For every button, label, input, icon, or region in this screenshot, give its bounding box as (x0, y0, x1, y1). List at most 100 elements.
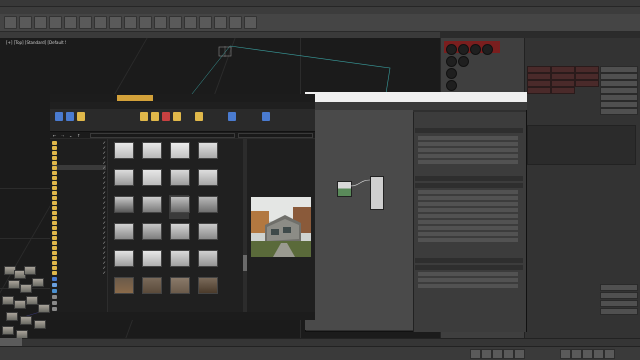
panel-button[interactable] (527, 87, 551, 94)
rollout-header[interactable] (415, 258, 523, 263)
display-icon[interactable] (446, 56, 457, 67)
link-icon[interactable] (34, 16, 47, 29)
panel-button[interactable] (600, 73, 638, 80)
file-item[interactable] (197, 141, 218, 165)
render-icon[interactable] (244, 16, 257, 29)
curve-editor-icon[interactable] (199, 16, 212, 29)
file-item[interactable] (141, 168, 162, 192)
parameter-row[interactable] (418, 154, 518, 158)
file-item[interactable] (141, 249, 162, 273)
parameter-row[interactable] (418, 160, 518, 164)
panel-button[interactable] (600, 80, 638, 87)
panel-button[interactable] (600, 87, 638, 94)
modify-icon[interactable] (458, 44, 469, 55)
file-item[interactable] (113, 249, 134, 273)
parameter-row[interactable] (418, 136, 518, 140)
nav-item[interactable] (52, 300, 106, 305)
parameter-row[interactable] (418, 190, 518, 194)
parameter-row[interactable] (418, 202, 518, 206)
select-all-icon[interactable] (262, 112, 270, 121)
file-item[interactable] (197, 276, 218, 300)
file-item[interactable] (113, 195, 134, 219)
file-item[interactable] (197, 168, 218, 192)
copy-to-icon[interactable] (151, 112, 159, 121)
nav-item[interactable] (52, 306, 106, 311)
file-item[interactable] (197, 249, 218, 273)
parameter-row[interactable] (418, 278, 518, 282)
play-end-icon[interactable] (514, 349, 525, 359)
move-icon[interactable] (79, 16, 92, 29)
pin-icon[interactable] (55, 112, 63, 121)
material-node[interactable] (370, 176, 384, 210)
file-item[interactable] (169, 141, 190, 165)
file-item[interactable] (113, 222, 134, 246)
panel-button[interactable] (551, 80, 575, 87)
new-folder-icon[interactable] (195, 112, 203, 121)
file-item[interactable] (169, 249, 190, 273)
unlink-icon[interactable] (49, 16, 62, 29)
nav-item[interactable] (52, 282, 106, 287)
file-item[interactable] (169, 276, 190, 300)
panel-button[interactable] (575, 66, 599, 73)
panel-button[interactable] (600, 94, 638, 101)
redo-icon[interactable] (19, 16, 32, 29)
nav-item[interactable]: ✓ (52, 270, 106, 275)
parameter-row[interactable] (418, 208, 518, 212)
chevron-down-icon[interactable]: ⌄ (69, 133, 72, 138)
up-arrow-icon[interactable]: ↑ (77, 133, 80, 138)
material-editor-icon[interactable] (214, 16, 227, 29)
rollout-header[interactable] (415, 176, 523, 181)
parameter-row[interactable] (418, 214, 518, 218)
panel-tab[interactable] (602, 38, 638, 43)
panel-button[interactable] (600, 108, 638, 115)
scale-icon[interactable] (109, 16, 122, 29)
parameter-row[interactable] (418, 232, 518, 236)
panel-button[interactable] (600, 300, 638, 307)
parameter-row[interactable] (418, 272, 518, 276)
panel-button[interactable] (527, 66, 551, 73)
properties-icon[interactable] (228, 112, 236, 121)
snap-icon[interactable] (124, 16, 137, 29)
maximize-viewport-icon[interactable] (604, 349, 615, 359)
align-icon[interactable] (169, 16, 182, 29)
utilities-icon[interactable] (458, 56, 469, 67)
panel-button[interactable] (600, 66, 638, 73)
manage-context-tab[interactable] (117, 95, 153, 101)
tool-icon[interactable] (446, 80, 457, 91)
search-input[interactable] (238, 133, 313, 138)
rollout-header[interactable] (415, 183, 523, 188)
file-item[interactable] (197, 222, 218, 246)
file-item[interactable] (197, 195, 218, 219)
select-icon[interactable] (64, 16, 77, 29)
parameter-row[interactable] (418, 238, 518, 242)
node-view[interactable] (305, 110, 413, 330)
file-item[interactable] (113, 141, 134, 165)
panel-button[interactable] (527, 80, 551, 87)
modifier-stack[interactable] (527, 125, 636, 165)
time-slider[interactable] (0, 338, 22, 346)
panel-button[interactable] (551, 66, 575, 73)
back-arrow-icon[interactable]: ← (53, 133, 56, 138)
panel-button[interactable] (600, 308, 638, 315)
delete-icon[interactable] (162, 112, 170, 121)
panel-button[interactable] (527, 73, 551, 80)
rename-icon[interactable] (173, 112, 181, 121)
pan-icon[interactable] (571, 349, 582, 359)
copy-icon[interactable] (66, 112, 74, 121)
panel-button[interactable] (600, 292, 638, 299)
layer-icon[interactable] (184, 16, 197, 29)
parameter-row[interactable] (418, 142, 518, 146)
file-item[interactable] (113, 276, 134, 300)
panel-button[interactable] (551, 87, 575, 94)
nav-item[interactable] (52, 294, 106, 299)
paste-icon[interactable] (77, 112, 85, 121)
file-item[interactable] (141, 141, 162, 165)
file-item[interactable] (113, 168, 134, 192)
play-forward-icon[interactable] (503, 349, 514, 359)
parameter-row[interactable] (418, 226, 518, 230)
panel-button[interactable] (600, 284, 638, 291)
viewport-label[interactable]: [+] [Top] [Standard] [Default Shading] (6, 40, 66, 45)
file-item[interactable] (169, 222, 190, 246)
create-icon[interactable] (446, 44, 457, 55)
zoom-icon[interactable] (560, 349, 571, 359)
